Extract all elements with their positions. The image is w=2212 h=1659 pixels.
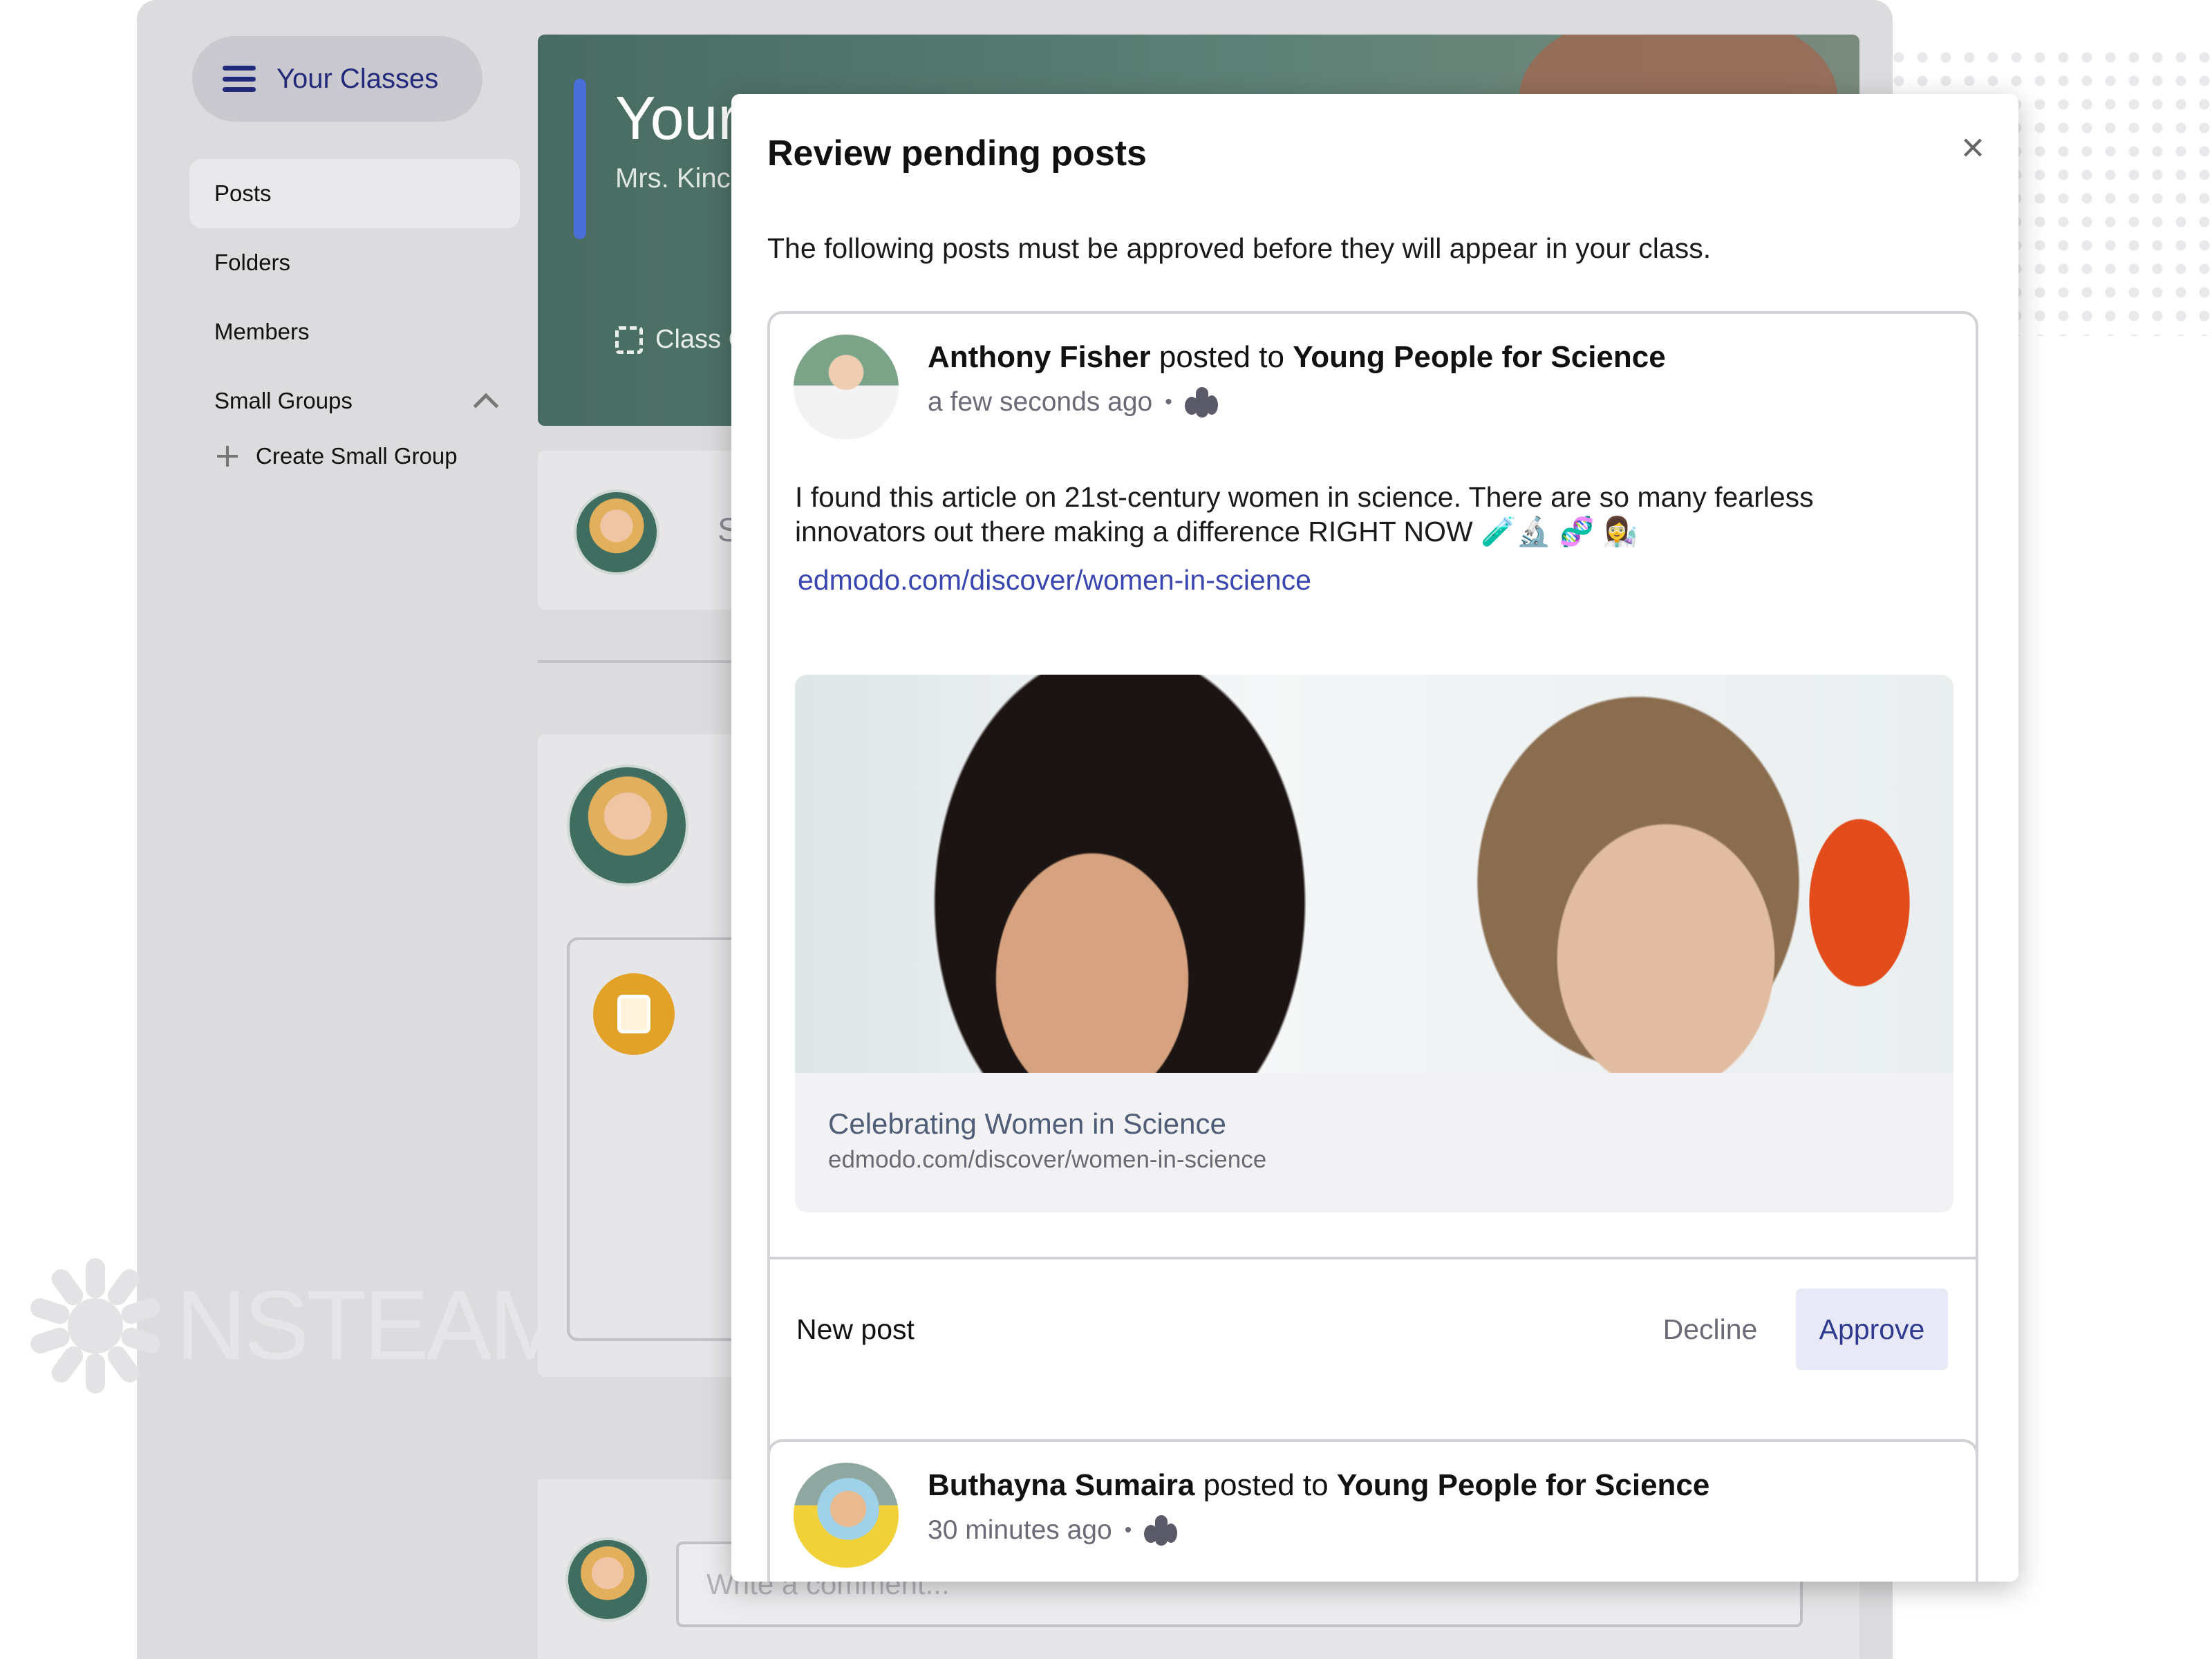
teacher-name: Mrs. Kinc bbox=[615, 163, 731, 194]
sidebar-item-label: Folders bbox=[214, 250, 291, 275]
posted-to-text: posted to bbox=[1203, 1468, 1329, 1502]
class-title: Your bbox=[615, 84, 738, 152]
link-preview-card[interactable]: Celebrating Women in Science edmodo.com/… bbox=[795, 675, 1953, 1212]
sidebar-item-label: Small Groups bbox=[214, 388, 353, 413]
close-icon[interactable]: × bbox=[1953, 128, 1992, 168]
logo-text: NSTEAM bbox=[176, 1271, 571, 1380]
avatar bbox=[565, 1537, 650, 1622]
post-time: a few seconds ago bbox=[928, 387, 1153, 417]
dialog-title: Review pending posts bbox=[767, 133, 1147, 174]
sidebar-nav: Posts Folders Members Small Groups Creat… bbox=[189, 159, 520, 477]
post-time: 30 minutes ago bbox=[928, 1515, 1112, 1545]
post-header: Buthayna Sumaira posted to Young People … bbox=[928, 1468, 1709, 1503]
separator-dot: • bbox=[1124, 1519, 1132, 1541]
your-classes-label: Your Classes bbox=[276, 63, 439, 94]
sun-logo-icon bbox=[28, 1258, 163, 1394]
pending-post: Buthayna Sumaira posted to Young People … bbox=[767, 1439, 1978, 1582]
approve-button[interactable]: Approve bbox=[1796, 1288, 1948, 1370]
class-code-button[interactable]: Class C bbox=[615, 325, 747, 355]
post-status-label: New post bbox=[796, 1313, 915, 1345]
sidebar-item-label: Posts bbox=[214, 180, 272, 206]
sun-ray bbox=[86, 1258, 105, 1298]
class-code-icon bbox=[615, 326, 643, 354]
audience-icon bbox=[1144, 1515, 1178, 1546]
menu-icon bbox=[223, 66, 256, 92]
post-meta: 30 minutes ago • bbox=[928, 1515, 1178, 1546]
banner-accent-bar bbox=[574, 79, 586, 239]
posted-to-text: posted to bbox=[1159, 340, 1284, 374]
avatar bbox=[567, 765, 688, 886]
your-classes-button[interactable]: Your Classes bbox=[192, 36, 482, 122]
link-preview-image bbox=[795, 675, 1953, 1073]
create-small-group-label: Create Small Group bbox=[256, 443, 458, 469]
sidebar-item-folders[interactable]: Folders bbox=[189, 228, 520, 297]
link-preview-title: Celebrating Women in Science bbox=[828, 1107, 1226, 1140]
chevron-up-icon[interactable] bbox=[473, 393, 499, 419]
pending-post: Anthony Fisher posted to Young People fo… bbox=[767, 311, 1978, 1488]
nsteam-logo: NSTEAM bbox=[28, 1258, 571, 1394]
sidebar-item-posts[interactable]: Posts bbox=[189, 159, 520, 228]
post-header: Anthony Fisher posted to Young People fo… bbox=[928, 340, 1666, 375]
sidebar-item-small-groups[interactable]: Small Groups bbox=[189, 366, 520, 435]
create-small-group-link[interactable]: Create Small Group bbox=[189, 435, 520, 477]
post-body: I found this article on 21st-century wom… bbox=[795, 481, 1814, 547]
assignment-icon bbox=[593, 973, 675, 1055]
avatar bbox=[794, 335, 899, 440]
post-group[interactable]: Young People for Science bbox=[1293, 340, 1666, 374]
separator-dot: • bbox=[1165, 391, 1172, 413]
link-preview-url: edmodo.com/discover/women-in-science bbox=[828, 1146, 1267, 1173]
dialog-subtitle: The following posts must be approved bef… bbox=[767, 232, 1712, 264]
post-meta: a few seconds ago • bbox=[928, 387, 1218, 418]
sun-ray bbox=[86, 1353, 105, 1394]
post-footer-divider bbox=[770, 1257, 1976, 1259]
audience-icon bbox=[1184, 387, 1218, 418]
decline-button[interactable]: Decline bbox=[1641, 1288, 1779, 1370]
avatar bbox=[794, 1463, 899, 1568]
review-pending-posts-dialog: Review pending posts × The following pos… bbox=[731, 94, 2018, 1582]
post-group[interactable]: Young People for Science bbox=[1337, 1468, 1710, 1502]
sidebar-item-members[interactable]: Members bbox=[189, 297, 520, 366]
post-author[interactable]: Buthayna Sumaira bbox=[928, 1468, 1194, 1502]
plus-icon bbox=[217, 446, 238, 467]
sidebar-item-label: Members bbox=[214, 319, 310, 344]
post-author[interactable]: Anthony Fisher bbox=[928, 340, 1151, 374]
post-link[interactable]: edmodo.com/discover/women-in-science bbox=[798, 564, 1311, 597]
avatar bbox=[574, 489, 659, 575]
